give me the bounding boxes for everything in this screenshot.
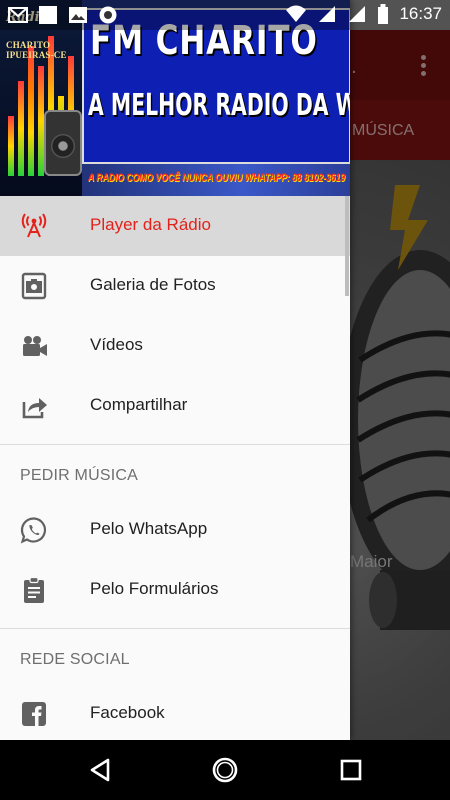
menu-item-photo-gallery[interactable]: Galeria de Fotos [0,256,350,316]
back-icon[interactable] [86,755,116,785]
menu-item-label: Compartilhar [90,395,188,414]
system-nav-bar [0,740,450,800]
menu-item-whatsapp[interactable]: Pelo WhatsApp [0,500,350,560]
menu-item-label: Vídeos [90,335,143,354]
drawer-scrollbar[interactable] [345,196,349,296]
menu-item-share[interactable]: Compartilhar [0,376,350,436]
gmail-icon [8,7,28,23]
menu-item-player[interactable]: Player da Rádio [0,196,350,256]
facebook-icon [22,702,46,726]
speaker-icon [44,110,82,176]
image-icon [69,7,87,23]
video-camera-icon [23,336,47,356]
share-icon [22,398,47,419]
section-header-rede-social: REDE SOCIAL [0,629,350,684]
wifi-icon [286,5,307,22]
banner-small-logo-sub: CHARITO IPUEIRAS-CE [6,40,67,60]
menu-item-videos[interactable]: Vídeos [0,316,350,376]
banner-tagline: A MELHOR RADIO DA WEB [88,88,350,123]
menu-item-label: Player da Rádio [90,215,211,234]
section-header-label: PEDIR MÚSICA [20,467,138,484]
menu-item-label: Pelo WhatsApp [90,519,208,538]
home-icon[interactable] [210,755,240,785]
section-header-label: REDE SOCIAL [20,651,130,668]
section-header-pedir-musica: PEDIR MÚSICA [0,445,350,500]
circle-logo-icon [99,6,117,24]
menu-item-label: Pelo Formulários [90,579,219,598]
menu-item-facebook[interactable]: Facebook [0,684,350,740]
status-time: 16:37 [399,4,442,23]
navigation-drawer: Rádio CHARITO IPUEIRAS-CE FM CHARITO A M… [0,0,350,740]
menu-item-label: Galeria de Fotos [90,275,216,294]
recents-icon[interactable] [336,755,366,785]
clipboard-icon [24,576,44,603]
radio-tower-icon [21,213,47,238]
whatsapp-icon [20,517,47,544]
signal-icon [319,6,336,22]
drawer-menu: Player da Rádio Galeria de Fotos Vídeos [0,196,350,740]
photo-gallery-icon [21,272,47,300]
status-bar: 16:37 [0,0,450,30]
menu-item-label: Facebook [90,703,165,722]
signal-icon [349,6,366,22]
banner-strip-text: A RADIO COMO VOCÊ NUNCA OUVIU WHATAPP: 8… [88,172,345,184]
battery-icon [378,4,389,24]
menu-item-form[interactable]: Pelo Formulários [0,560,350,620]
square-notification-icon [39,6,57,24]
